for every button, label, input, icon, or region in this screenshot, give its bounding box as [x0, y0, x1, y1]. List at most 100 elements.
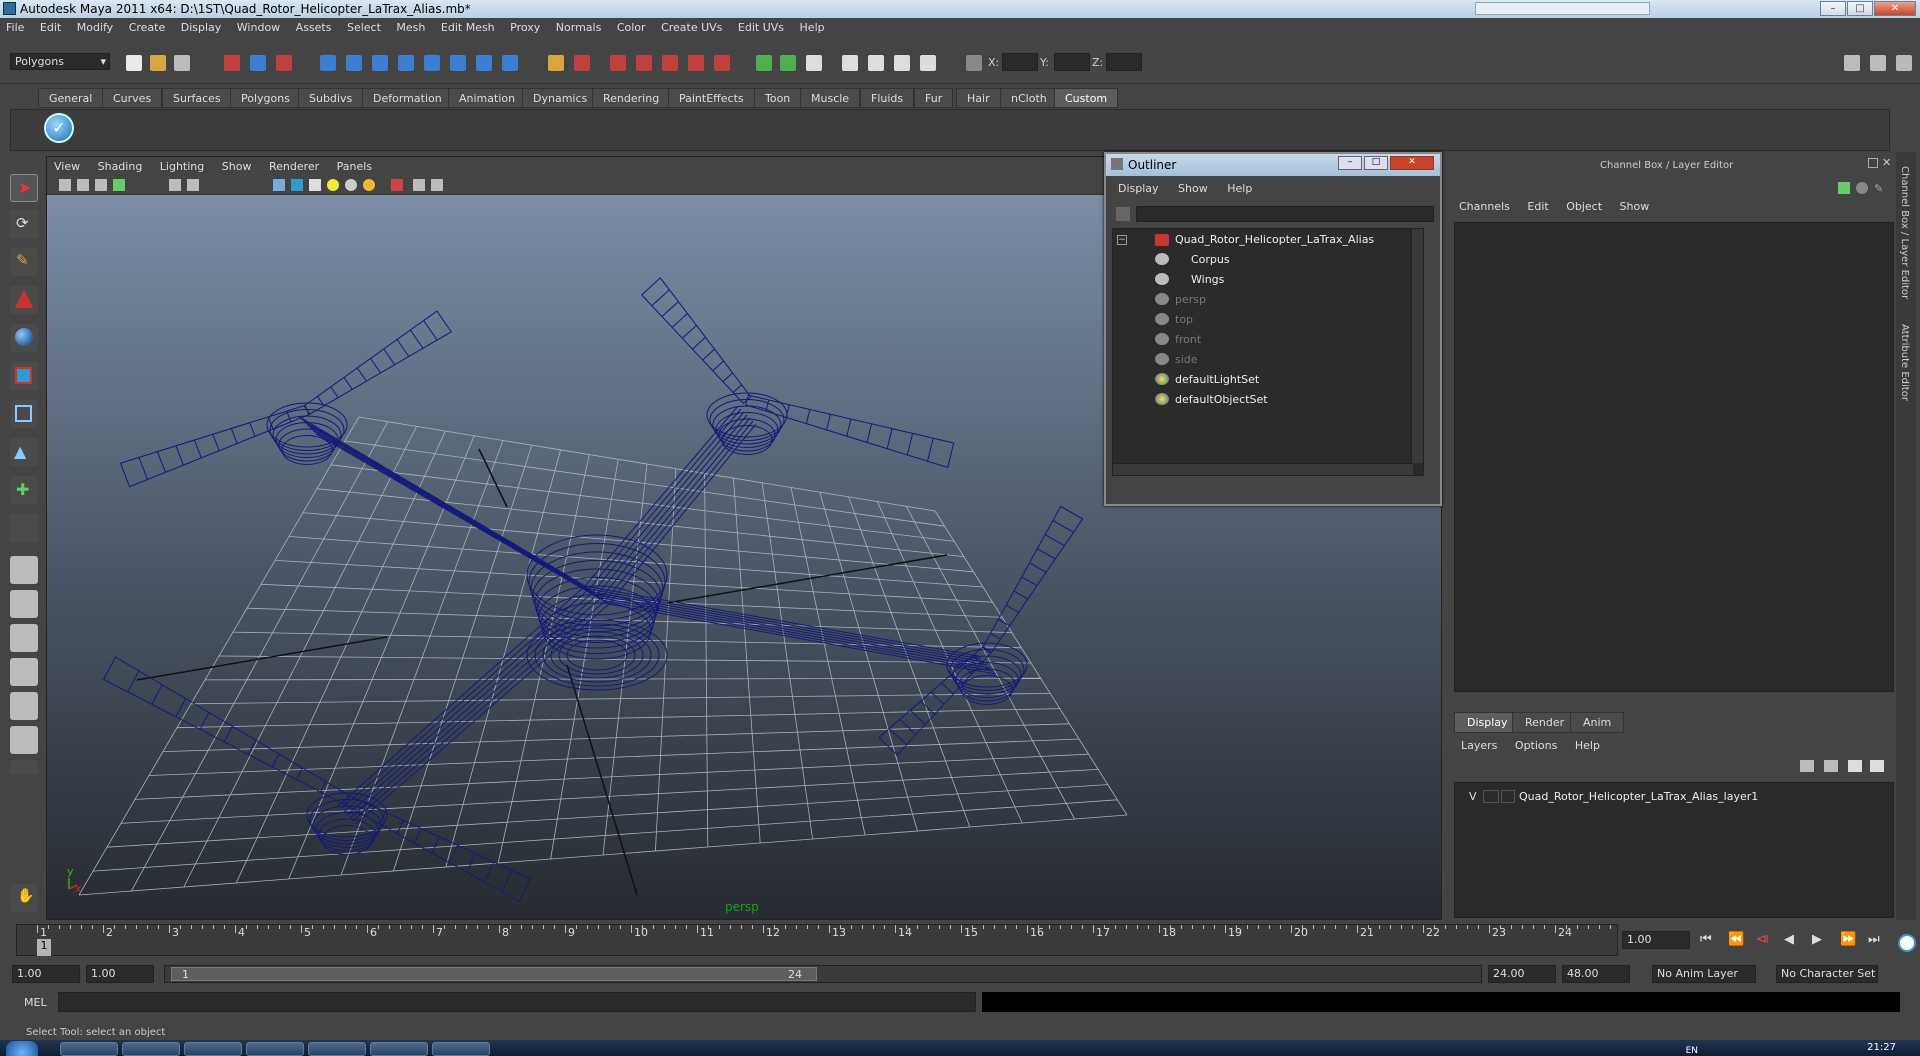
- menu-proxy[interactable]: Proxy: [504, 18, 546, 37]
- layer-menu-layers[interactable]: Layers: [1454, 737, 1504, 754]
- move-tool-icon[interactable]: [10, 286, 38, 314]
- time-slider[interactable]: 1 2 3 4 5 6 7 8 9 10 11 12 13 14 15 16 17 18 19 20 21 22 23 24 …: [16, 924, 1618, 956]
- xray-icon[interactable]: [413, 179, 425, 191]
- outliner-maximize-button[interactable]: □: [1364, 156, 1388, 170]
- make-live-icon[interactable]: [424, 55, 440, 71]
- playback-end-field[interactable]: 24.00: [1488, 965, 1556, 983]
- new-layer-selected-icon[interactable]: [1870, 760, 1884, 772]
- taskbar-chrome[interactable]: [60, 1042, 118, 1056]
- current-time-field[interactable]: 1.00: [1622, 931, 1690, 949]
- hud-icon[interactable]: [431, 179, 443, 191]
- taskbar-app-3[interactable]: [184, 1042, 242, 1056]
- scale-tool-icon[interactable]: [10, 362, 38, 390]
- step-back-key-button[interactable]: ⧏: [1756, 932, 1769, 947]
- anim-layer-dropdown[interactable]: No Anim Layer: [1652, 965, 1756, 983]
- layer-playback-toggle[interactable]: [1483, 790, 1499, 803]
- selection-mask-icon[interactable]: [574, 55, 590, 71]
- toggle-panel-icon[interactable]: [806, 55, 822, 71]
- x-field[interactable]: [1002, 53, 1038, 71]
- playback-start-field[interactable]: 1.00: [86, 965, 154, 983]
- z-field[interactable]: [1106, 53, 1142, 71]
- end-time-field[interactable]: 48.00: [1562, 965, 1630, 983]
- character-set-dropdown[interactable]: No Character Set: [1776, 965, 1878, 983]
- shelf-tab-fur[interactable]: Fur: [914, 88, 954, 108]
- menu-create[interactable]: Create: [123, 18, 172, 37]
- camera-icon[interactable]: [842, 55, 858, 71]
- hypershade-persp-layout-icon[interactable]: [10, 692, 38, 720]
- shelf-tab-hair[interactable]: Hair: [956, 88, 1001, 108]
- step-forward-button[interactable]: ⏩: [1840, 932, 1856, 947]
- hand-icon[interactable]: ✋: [10, 884, 38, 912]
- side-tab-channel-box[interactable]: Channel Box / Layer Editor: [1899, 166, 1910, 299]
- last-tool-icon[interactable]: [10, 514, 38, 542]
- paint-select-tool-icon[interactable]: ✎: [10, 248, 38, 276]
- menu-mesh[interactable]: Mesh: [390, 18, 431, 37]
- shelf-tab-curves[interactable]: Curves: [102, 88, 163, 108]
- hypershade-icon[interactable]: [688, 55, 704, 71]
- float-panel-icon[interactable]: [1868, 158, 1878, 168]
- open-scene-icon[interactable]: [150, 55, 166, 71]
- menu-window[interactable]: Window: [231, 18, 286, 37]
- graph-persp-layout-icon[interactable]: [10, 658, 38, 686]
- outliner-titlebar[interactable]: Outliner – □ ✕: [1106, 154, 1440, 176]
- layer-tab-anim[interactable]: Anim: [1570, 712, 1625, 733]
- menu-color[interactable]: Color: [611, 18, 652, 37]
- select-hierarchy-icon[interactable]: [224, 55, 240, 71]
- checkmark-icon[interactable]: ✓: [44, 113, 74, 143]
- outliner-menu-show[interactable]: Show: [1170, 180, 1216, 197]
- textured-icon[interactable]: [309, 179, 321, 191]
- outliner-filter-input[interactable]: [1136, 206, 1434, 222]
- select-tool-icon[interactable]: ➤: [10, 174, 38, 202]
- menu-display[interactable]: Display: [175, 18, 228, 37]
- outliner-persp-layout-icon[interactable]: [10, 624, 38, 652]
- go-to-start-button[interactable]: ⏮: [1700, 932, 1712, 947]
- layer-move-up-icon[interactable]: [1800, 760, 1814, 772]
- wireframe-icon[interactable]: [273, 179, 285, 191]
- four-pane-layout-icon[interactable]: [10, 590, 38, 618]
- shadows-icon[interactable]: [363, 179, 375, 191]
- layer-move-down-icon[interactable]: [1824, 760, 1838, 772]
- soft-mod-tool-icon[interactable]: ▲: [10, 438, 38, 466]
- shelf-tab-general[interactable]: General: [38, 88, 104, 108]
- help-search-input[interactable]: [1475, 2, 1650, 15]
- lock-icon[interactable]: [548, 55, 564, 71]
- minimize-button[interactable]: –: [1820, 1, 1846, 16]
- shelf-tab-custom[interactable]: Custom: [1054, 88, 1119, 108]
- layer-color-swatch[interactable]: [1501, 790, 1515, 803]
- filter-icon[interactable]: [1116, 207, 1130, 221]
- snap-curve-icon[interactable]: [346, 55, 362, 71]
- camera-attr-icon[interactable]: [77, 179, 89, 191]
- menu-edit[interactable]: Edit: [34, 18, 67, 37]
- ipr-render-icon[interactable]: [636, 55, 652, 71]
- manipulator-tool-icon[interactable]: [10, 400, 38, 428]
- outliner-item-side[interactable]: side: [1175, 353, 1198, 366]
- select-component-icon[interactable]: [276, 55, 292, 71]
- vp-menu-view[interactable]: View: [47, 157, 87, 176]
- vp-menu-renderer[interactable]: Renderer: [262, 157, 326, 176]
- shelf-tab-dynamics[interactable]: Dynamics: [522, 88, 599, 108]
- menu-modify[interactable]: Modify: [71, 18, 119, 37]
- taskbar-maya[interactable]: [432, 1042, 490, 1056]
- cb-menu-show[interactable]: Show: [1613, 198, 1657, 215]
- layer-visibility-toggle[interactable]: V: [1469, 790, 1477, 803]
- menu-help[interactable]: Help: [794, 18, 831, 37]
- manipulator-toggle-icon[interactable]: [1838, 182, 1850, 194]
- start-time-field[interactable]: 1.00: [12, 965, 80, 983]
- menu-edit-mesh[interactable]: Edit Mesh: [435, 18, 501, 37]
- outliner-item-persp[interactable]: persp: [1175, 293, 1206, 306]
- shelf-tab-muscle[interactable]: Muscle: [800, 88, 861, 108]
- texture-icon[interactable]: [920, 55, 936, 71]
- shelf-tab-toon[interactable]: Toon: [754, 88, 802, 108]
- shelf-tab-painteffects[interactable]: PaintEffects: [668, 88, 755, 108]
- all-lights-icon[interactable]: [345, 179, 357, 191]
- show-manipulator-icon[interactable]: ✚: [10, 476, 38, 504]
- vp-menu-lighting[interactable]: Lighting: [153, 157, 211, 176]
- output-ops-icon[interactable]: [780, 55, 796, 71]
- layer-tab-display[interactable]: Display: [1454, 712, 1521, 733]
- cb-menu-object[interactable]: Object: [1559, 198, 1609, 215]
- rotate-tool-icon[interactable]: [10, 324, 38, 352]
- new-scene-icon[interactable]: [126, 55, 142, 71]
- taskbar-photoshop[interactable]: [246, 1042, 304, 1056]
- help-line-icon[interactable]: [502, 55, 518, 71]
- range-handle[interactable]: 1 24: [171, 967, 817, 981]
